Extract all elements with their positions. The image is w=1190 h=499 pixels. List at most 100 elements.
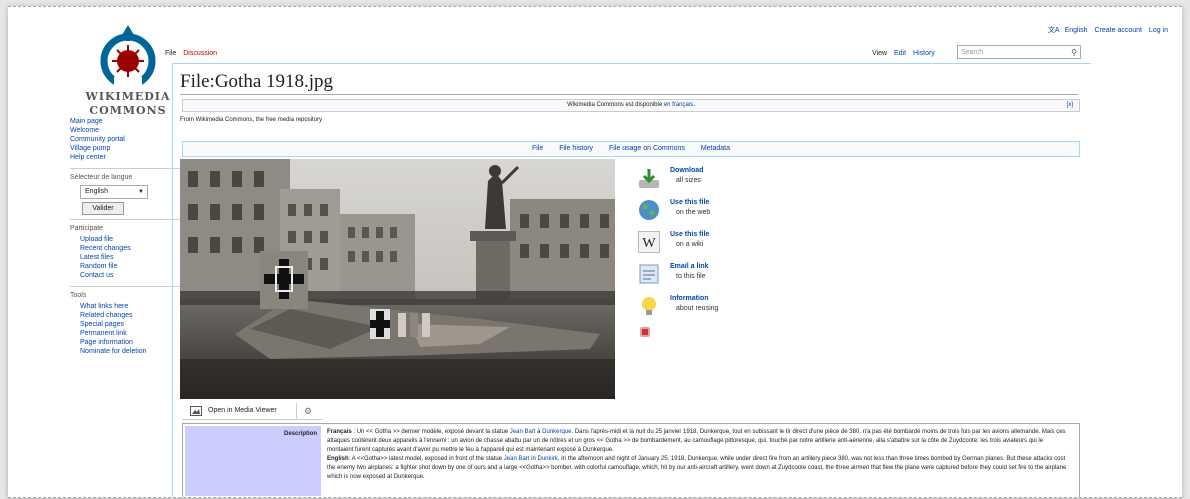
action-download-title: Download bbox=[670, 167, 704, 174]
language-select-value: English bbox=[85, 188, 108, 195]
action-download-sub: all sizes bbox=[676, 177, 701, 184]
browser-page: WIKIMEDIA COMMONS Main page Welcome Comm… bbox=[8, 6, 1182, 498]
create-account-link[interactable]: Create account bbox=[1094, 27, 1141, 34]
open-media-viewer-button[interactable]: Open in Media Viewer bbox=[182, 403, 297, 419]
sidebar-item-random-file[interactable]: Random file bbox=[70, 262, 180, 271]
desc-fr-text-a: : Un << Gotha >> dernier modèle, exposé … bbox=[351, 429, 510, 435]
media-viewer-bar: Open in Media Viewer ⚙ bbox=[182, 403, 322, 420]
sidebar-divider bbox=[70, 219, 180, 220]
wikipedia-icon: W bbox=[638, 231, 660, 253]
sidebar-item-upload-file[interactable]: Upload file bbox=[70, 235, 180, 244]
sidebar-item-latest-files[interactable]: Latest files bbox=[70, 253, 180, 262]
site-notice-link[interactable]: en français bbox=[664, 102, 693, 108]
tools-heading: Tools bbox=[70, 292, 87, 299]
description-body: Français : Un << Gotha >> dernier modèle… bbox=[327, 428, 1071, 482]
sidebar-item-special-pages[interactable]: Special pages bbox=[70, 320, 180, 329]
sidebar-item-community-portal[interactable]: Community portal bbox=[70, 135, 180, 144]
action-use-wiki-title: Use this file bbox=[670, 231, 710, 238]
action-email-sub: to this file bbox=[676, 273, 706, 280]
media-viewer-icon bbox=[190, 406, 202, 416]
sidebar-item-nominate-for-deletion[interactable]: Nominate for deletion bbox=[70, 347, 180, 356]
logo-text-commons: COMMONS bbox=[89, 104, 167, 117]
description-table: Description Français : Un << Gotha >> de… bbox=[182, 423, 1080, 497]
action-download[interactable]: Download all sizes bbox=[638, 167, 703, 199]
login-link[interactable]: Log in bbox=[1149, 27, 1168, 34]
sidebar-item-main-page[interactable]: Main page bbox=[70, 117, 180, 126]
personal-links: 文A English Create account Log in bbox=[1043, 25, 1168, 35]
language-icon: 文A bbox=[1047, 27, 1060, 34]
gear-icon[interactable]: ⚙ bbox=[304, 406, 312, 417]
sidebar-item-contact-us[interactable]: Contact us bbox=[70, 271, 180, 280]
link-dunkerque[interactable]: Dunkerque bbox=[542, 429, 571, 435]
download-icon bbox=[639, 169, 659, 188]
action-email-link[interactable]: Email a link to this file bbox=[638, 263, 709, 295]
action-use-web-title: Use this file bbox=[670, 199, 710, 206]
action-use-on-wiki[interactable]: W Use this file on a wiki bbox=[638, 231, 709, 263]
site-notice-close[interactable]: [x] bbox=[1067, 100, 1073, 111]
title-divider bbox=[180, 94, 1078, 95]
action-information-title: Information bbox=[670, 295, 709, 302]
toc-file-history[interactable]: File history bbox=[559, 145, 593, 152]
sidebar-divider bbox=[70, 286, 180, 287]
tab-view[interactable]: View bbox=[872, 50, 887, 57]
site-notice-period: . bbox=[693, 102, 695, 108]
sidebar-item-village-pump[interactable]: Village pump bbox=[70, 144, 180, 153]
commons-logo-icon bbox=[100, 25, 156, 89]
valider-button[interactable]: Valider bbox=[82, 202, 124, 215]
description-label: Description bbox=[185, 426, 321, 496]
tab-edit[interactable]: Edit bbox=[894, 50, 906, 57]
photo-gotha-bomber bbox=[180, 159, 615, 399]
sidebar: Main page Welcome Community portal Villa… bbox=[70, 117, 180, 362]
desc-en-label: English bbox=[327, 456, 349, 462]
sidebar-item-help-center[interactable]: Help center bbox=[70, 153, 180, 162]
file-image[interactable] bbox=[180, 159, 615, 399]
search-icon[interactable]: ⚲ bbox=[1071, 46, 1077, 60]
sidebar-item-what-links-here[interactable]: What links here bbox=[70, 302, 180, 311]
language-link[interactable]: English bbox=[1065, 27, 1088, 34]
language-select[interactable]: English ▼ bbox=[80, 185, 148, 199]
sidebar-item-welcome[interactable]: Welcome bbox=[70, 126, 180, 135]
open-media-viewer-label: Open in Media Viewer bbox=[208, 407, 277, 414]
search-placeholder: Search bbox=[961, 49, 984, 56]
action-use-wiki-sub: on a wiki bbox=[676, 241, 704, 248]
participate-heading: Participate bbox=[70, 225, 104, 232]
link-jean-bart-en[interactable]: Jean Bart bbox=[504, 456, 530, 462]
lightbulb-icon bbox=[642, 297, 656, 315]
chevron-down-icon: ▼ bbox=[138, 189, 144, 195]
tab-discussion[interactable]: Discussion bbox=[183, 50, 217, 57]
page-title: File:Gotha 1918.jpg bbox=[180, 71, 334, 92]
language-selector-label: Sélecteur de langue bbox=[70, 174, 133, 181]
desc-en-text-a: : A <<Gotha>> latest model, exposed in f… bbox=[348, 456, 504, 462]
action-email-title: Email a link bbox=[670, 263, 709, 270]
action-information-sub: about reusing bbox=[676, 305, 719, 312]
desc-fr-label: Français bbox=[327, 429, 352, 435]
globe-icon bbox=[639, 200, 659, 220]
site-subtitle: From Wikimedia Commons, the free media r… bbox=[180, 117, 323, 123]
sidebar-item-page-information[interactable]: Page information bbox=[70, 338, 180, 347]
action-use-web-sub: on the web bbox=[676, 209, 711, 216]
site-notice: Wikimedia Commons est disponible en fran… bbox=[182, 99, 1080, 112]
toc-file-usage[interactable]: File usage on Commons bbox=[609, 145, 685, 152]
svg-text:W: W bbox=[642, 236, 656, 251]
search-input[interactable]: Search ⚲ bbox=[957, 45, 1081, 59]
sidebar-item-permanent-link[interactable]: Permanent link bbox=[70, 329, 180, 338]
flag-icon[interactable] bbox=[640, 327, 650, 337]
sidebar-item-related-changes[interactable]: Related changes bbox=[70, 311, 180, 320]
action-use-on-web[interactable]: Use this file on the web bbox=[638, 199, 710, 231]
action-information[interactable]: Information about reusing bbox=[638, 295, 718, 327]
view-tabs: View Edit History bbox=[872, 50, 940, 57]
email-icon bbox=[639, 264, 659, 284]
tab-file[interactable]: File bbox=[165, 50, 176, 57]
toc-file[interactable]: File bbox=[532, 145, 543, 152]
logo-text-wikimedia: WIKIMEDIA bbox=[85, 90, 171, 103]
sidebar-divider bbox=[70, 168, 180, 169]
sidebar-item-recent-changes[interactable]: Recent changes bbox=[70, 244, 180, 253]
namespace-tabs: File Discussion bbox=[165, 50, 222, 57]
link-jean-bart-fr[interactable]: Jean Bart bbox=[510, 429, 536, 435]
file-toc: File File history File usage on Commons … bbox=[182, 141, 1080, 157]
link-dunkirk[interactable]: Dunkirk bbox=[537, 456, 557, 462]
wikimedia-commons-logo[interactable]: WIKIMEDIA COMMONS bbox=[78, 21, 178, 117]
toc-metadata[interactable]: Metadata bbox=[701, 145, 730, 152]
tab-history[interactable]: History bbox=[913, 50, 935, 57]
site-notice-text: Wikimedia Commons est disponible bbox=[567, 102, 664, 108]
